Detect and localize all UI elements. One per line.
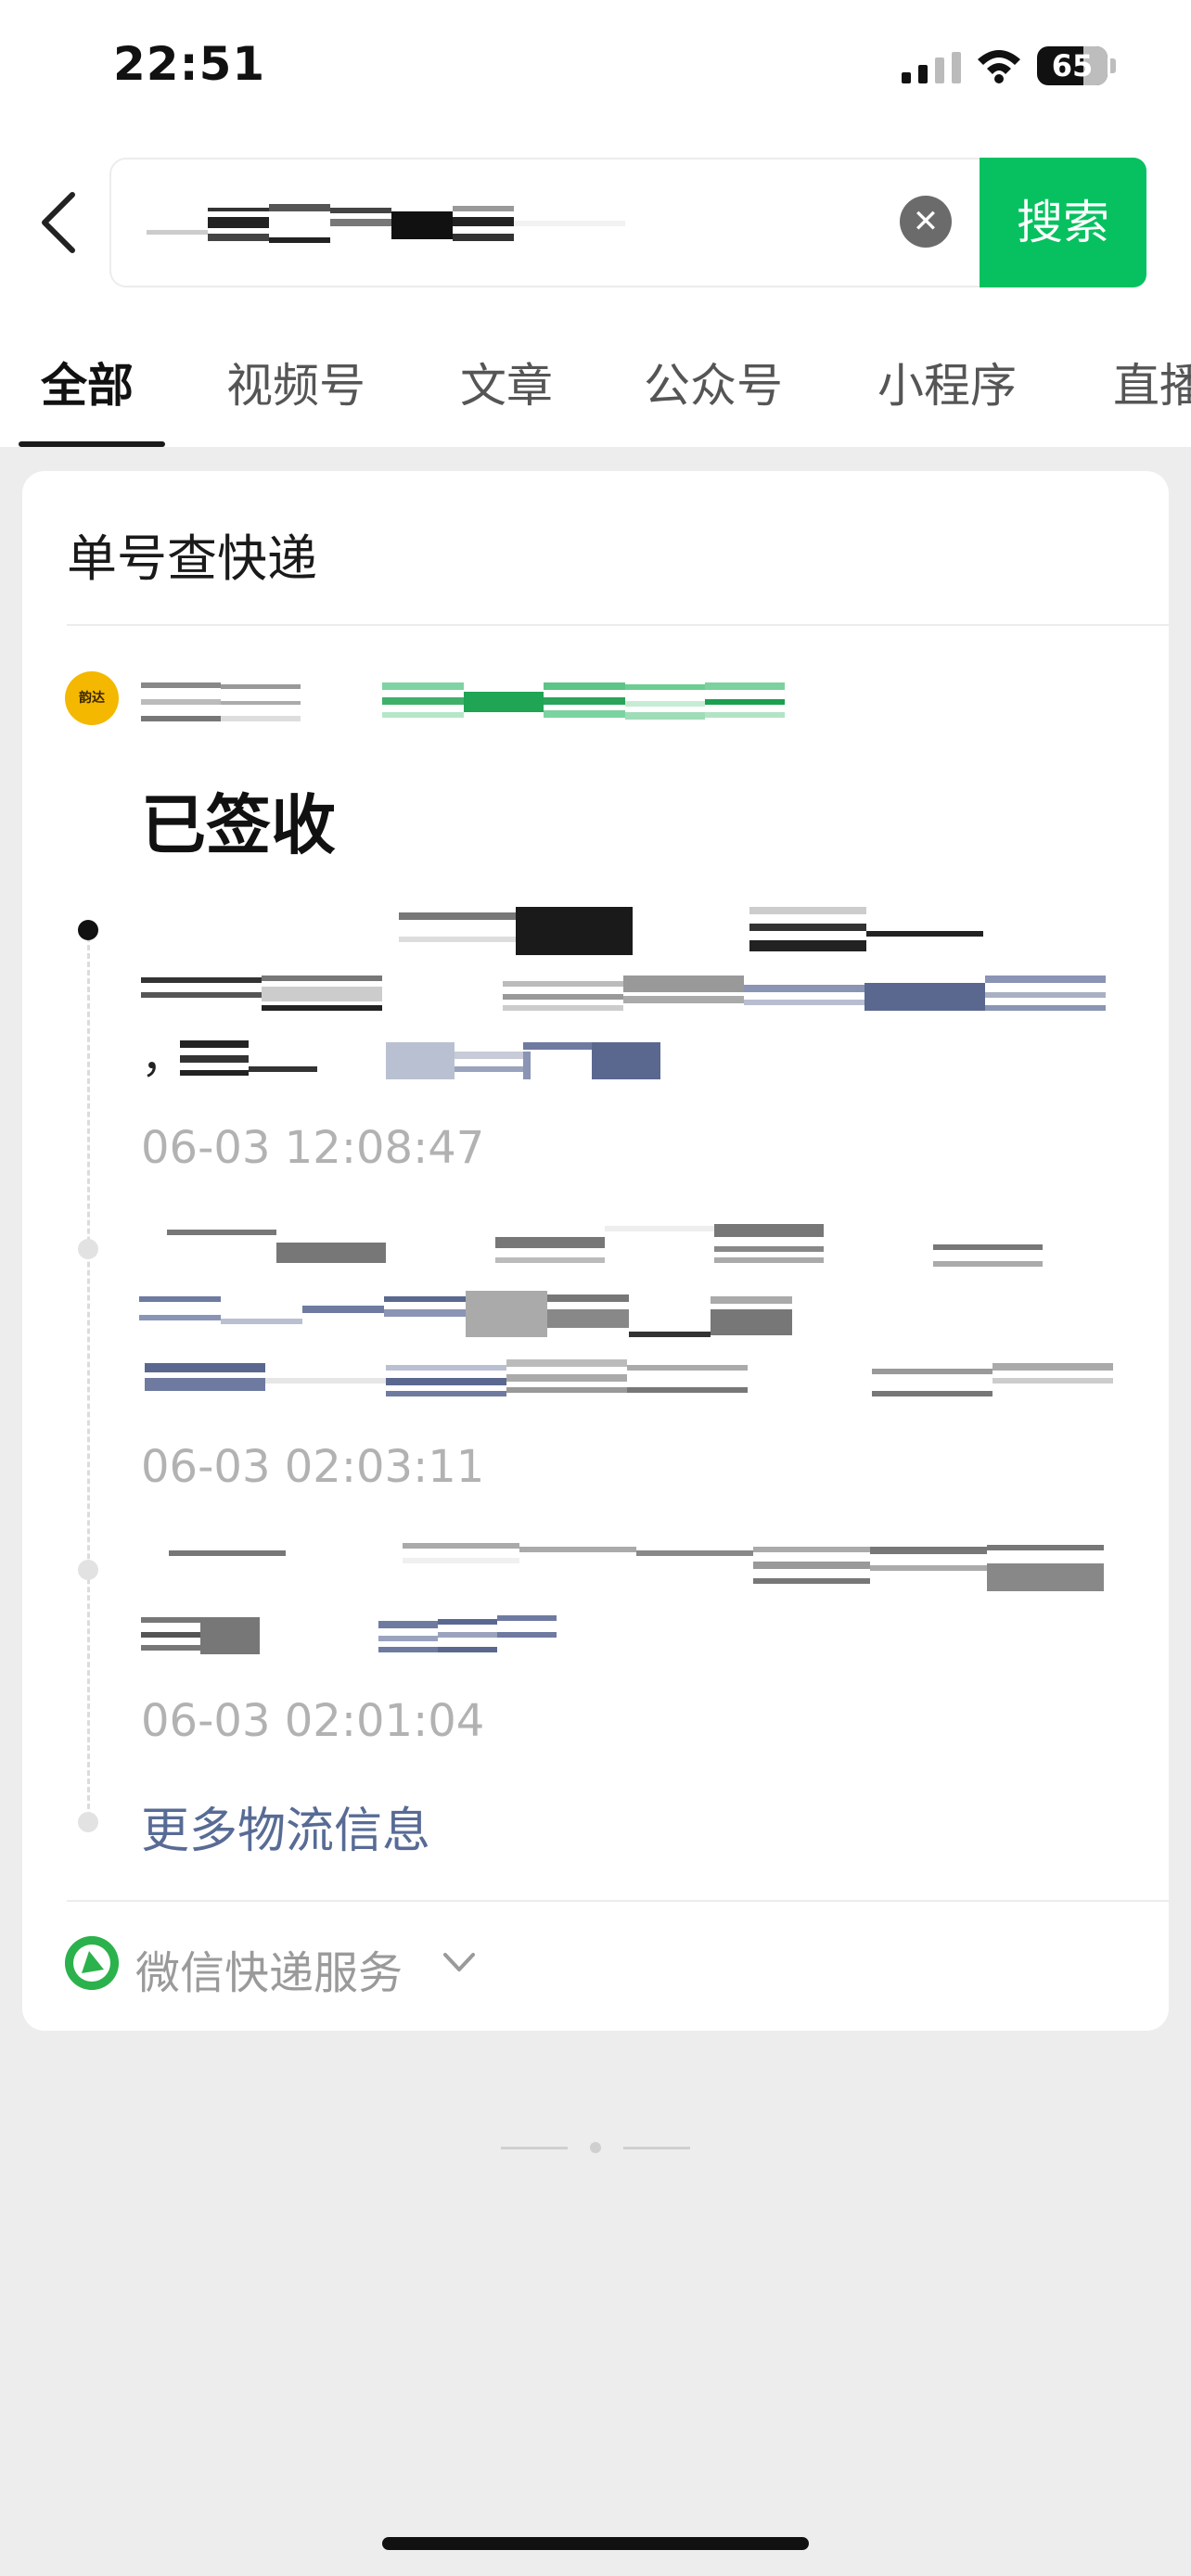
status-time: 22:51 (113, 37, 266, 91)
event-2-time: 06-03 02:03:11 (141, 1441, 485, 1493)
event-3-description-redacted (141, 1543, 1104, 1654)
timeline-dot (78, 1239, 98, 1259)
event-3-time: 06-03 02:01:04 (141, 1695, 485, 1747)
divider (67, 624, 1169, 626)
timeline-dot (78, 1812, 98, 1832)
timeline-dot (78, 1560, 98, 1580)
card-title: 单号查快递 (67, 529, 317, 588)
event-1-description-redacted (141, 907, 1106, 1079)
active-tab-indicator (19, 441, 165, 447)
tab-all[interactable]: 全部 (41, 349, 134, 415)
tab-channels[interactable]: 视频号 (226, 349, 365, 415)
divider (67, 1900, 1169, 1902)
timeline-line (87, 937, 90, 1817)
event-1-prefix: ， (141, 1031, 186, 1083)
tab-mini-programs[interactable]: 小程序 (877, 349, 1017, 415)
search-tabs: 全部 视频号 文章 公众号 小程序 直播 (0, 306, 1191, 447)
clear-search-button[interactable]: ✕ (900, 196, 952, 248)
battery-icon: 65 (1037, 46, 1117, 85)
chevron-down-icon[interactable] (440, 1942, 479, 1981)
tab-articles[interactable]: 文章 (460, 349, 553, 415)
timeline-dot-current (78, 920, 98, 940)
page-indicator (501, 2142, 690, 2153)
tab-live[interactable]: 直播 (1113, 349, 1191, 415)
wechat-express-icon (65, 1936, 119, 1990)
home-indicator[interactable] (382, 2537, 809, 2550)
more-logistics-link[interactable]: 更多物流信息 (141, 1792, 430, 1861)
back-icon[interactable] (33, 185, 89, 260)
event-2-description-redacted (139, 1224, 1113, 1396)
battery-level: 65 (1051, 48, 1094, 83)
wechat-express-service-label[interactable]: 微信快递服务 (135, 1936, 403, 2001)
carrier-logo: 韵达 (65, 671, 119, 725)
wifi-icon (978, 50, 1020, 83)
delivery-status: 已签收 (141, 787, 336, 863)
search-query-redacted (147, 204, 625, 243)
tab-official-accounts[interactable]: 公众号 (644, 349, 783, 415)
event-1-time: 06-03 12:08:47 (141, 1122, 485, 1174)
signal-icon (902, 52, 961, 83)
tracking-number-redacted (141, 682, 785, 721)
search-button[interactable]: 搜索 (980, 158, 1146, 287)
